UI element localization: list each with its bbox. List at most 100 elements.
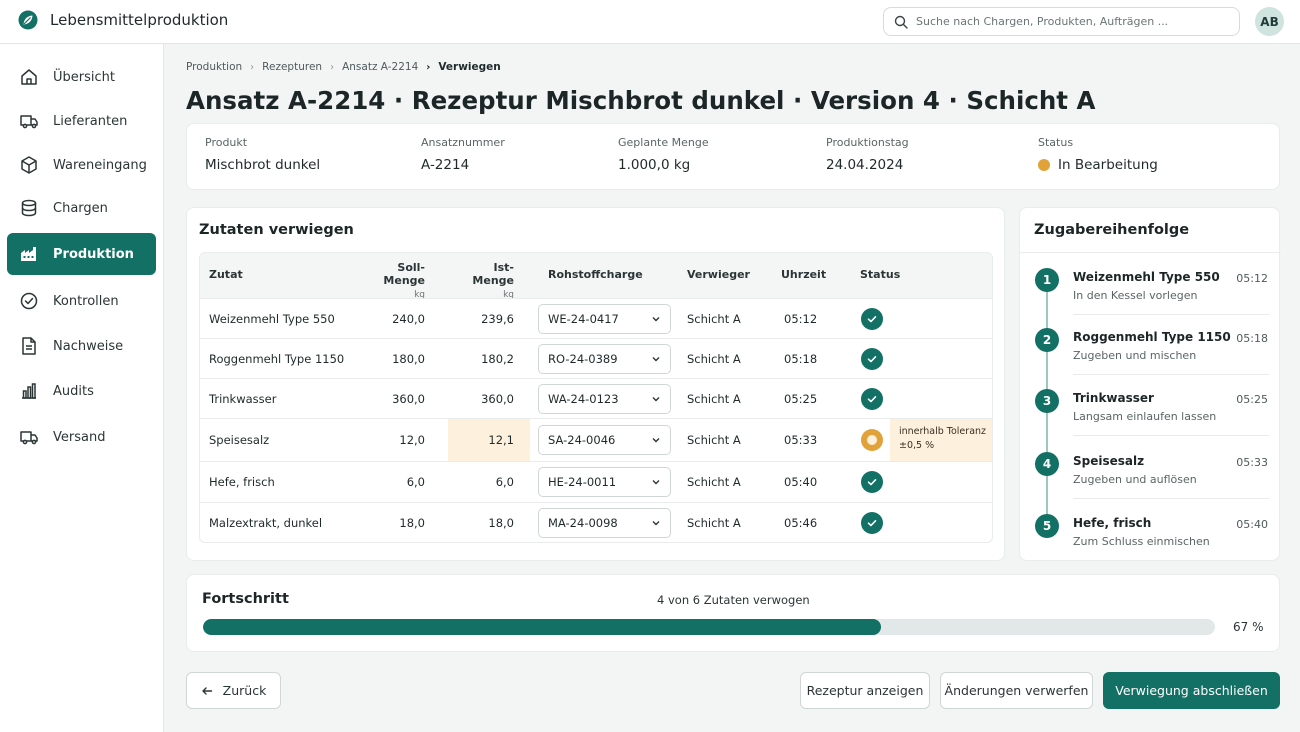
actual-amount[interactable]: 360,0 — [450, 392, 514, 406]
step-name: Hefe, frisch — [1073, 516, 1152, 530]
lot-select[interactable]: WA-24-0123 — [538, 383, 671, 414]
divider — [1073, 374, 1269, 375]
step-desc: Zugeben und auflösen — [1073, 473, 1197, 486]
step-number: 4 — [1035, 452, 1059, 476]
target-amount: 6,0 — [406, 475, 425, 489]
finish-weighing-button[interactable]: Verwiegung abschließen — [1103, 672, 1280, 709]
col-target: Soll-Menge kg — [368, 261, 425, 300]
weigh-time: 05:25 — [784, 391, 818, 406]
breadcrumb-ansatz[interactable]: Ansatz A-2214 — [342, 61, 418, 73]
divider — [1073, 435, 1269, 436]
breadcrumb-rezepturen[interactable]: Rezepturen — [262, 61, 322, 73]
step-number: 1 — [1035, 268, 1059, 292]
database-icon — [21, 199, 37, 217]
back-button[interactable]: Zurück — [186, 672, 281, 709]
ingredient-name: Speisesalz — [209, 433, 270, 447]
step-name: Weizenmehl Type 550 — [1073, 270, 1220, 284]
step-time: 05:12 — [1236, 272, 1268, 285]
table-row: Malzextrakt, dunkel 18,0 18,0 MA-24-0098… — [200, 502, 992, 542]
actual-amount[interactable]: 6,0 — [450, 475, 514, 489]
sidebar-item-wareneingang[interactable]: Wareneingang — [7, 144, 156, 186]
col-ingredient: Zutat — [209, 268, 243, 281]
summary-product: Produkt Mischbrot dunkel — [205, 136, 320, 173]
summary-date: Produktionstag 24.04.2024 — [826, 136, 909, 173]
summary-label: Produktionstag — [826, 136, 909, 149]
lot-select[interactable]: MA-24-0098 — [538, 508, 671, 538]
sidebar-item-versand[interactable]: Versand — [7, 416, 156, 458]
actual-amount[interactable]: 12,1 — [450, 433, 514, 447]
document-icon — [22, 337, 36, 355]
sidebar-item-label: Audits — [53, 383, 94, 399]
sequence-step[interactable]: 2 Roggenmehl Type 1150 Zugeben und misch… — [1020, 328, 1281, 386]
chevron-down-icon — [652, 480, 660, 485]
status-text: In Bearbeitung — [1058, 157, 1158, 173]
progress-title: Fortschritt — [202, 591, 289, 607]
weigh-time: 05:33 — [784, 433, 818, 447]
home-icon — [21, 69, 37, 85]
progress-card: Fortschritt 4 von 6 Zutaten verwogen 67 … — [186, 574, 1280, 652]
discard-changes-button[interactable]: Änderungen verwerfen — [940, 672, 1093, 709]
lot-select[interactable]: HE-24-0011 — [538, 467, 671, 497]
truck-icon — [20, 115, 38, 129]
back-label: Zurück — [222, 683, 267, 698]
divider — [1020, 252, 1281, 253]
sequence-step[interactable]: 4 Speisesalz Zugeben und auflösen 05:33 — [1020, 452, 1281, 510]
chevron-right-icon: › — [426, 61, 431, 73]
actual-amount[interactable]: 239,6 — [450, 312, 514, 326]
sidebar-item-label: Kontrollen — [53, 293, 119, 309]
sequence-step[interactable]: 5 Hefe, frisch Zum Schluss einmischen 05… — [1020, 514, 1281, 572]
ingredient-name: Malzextrakt, dunkel — [209, 516, 323, 530]
check-icon — [861, 307, 883, 330]
sidebar-item-label: Wareneingang — [53, 157, 147, 173]
breadcrumb: Produktion › Rezepturen › Ansatz A-2214 … — [186, 61, 501, 73]
summary-label: Geplante Menge — [618, 136, 709, 149]
check-icon — [861, 471, 883, 493]
search-box[interactable] — [883, 7, 1240, 36]
step-desc: Zum Schluss einmischen — [1073, 535, 1210, 548]
check-icon — [861, 347, 883, 370]
ingredients-table: Zutat Soll-Menge kg Ist-Menge kg Rohstof… — [199, 252, 993, 543]
lot-select[interactable]: WE-24-0417 — [538, 303, 671, 334]
breadcrumb-produktion[interactable]: Produktion — [186, 61, 242, 73]
sequence-step[interactable]: 1 Weizenmehl Type 550 In den Kessel vorl… — [1020, 268, 1281, 326]
ingredient-name: Trinkwasser — [209, 391, 277, 406]
sidebar-item-chargen[interactable]: Chargen — [7, 187, 156, 229]
search-input[interactable] — [916, 15, 1216, 28]
sidebar-item-label: Lieferanten — [53, 113, 128, 129]
weigh-time: 05:46 — [784, 516, 818, 530]
step-number: 5 — [1035, 514, 1059, 538]
actual-amount[interactable]: 180,2 — [450, 352, 514, 366]
summary-card: Produkt Mischbrot dunkel Ansatznummer A-… — [186, 123, 1280, 190]
sidebar-item-produktion[interactable]: Produktion — [7, 233, 156, 275]
chevron-down-icon — [652, 396, 660, 401]
summary-value: A-2214 — [421, 157, 470, 173]
actual-amount[interactable]: 18,0 — [450, 516, 514, 530]
step-time: 05:40 — [1236, 518, 1268, 531]
arrow-left-icon — [201, 686, 212, 695]
sidebar-item-nachweise[interactable]: Nachweise — [7, 325, 156, 367]
sidebar-item-audits[interactable]: Audits — [7, 370, 156, 412]
sidebar-item-lieferanten[interactable]: Lieferanten — [7, 100, 156, 142]
progress-bar — [203, 619, 1215, 635]
sidebar-item-label: Übersicht — [53, 69, 115, 85]
show-recipe-button[interactable]: Rezeptur anzeigen — [800, 672, 930, 709]
progress-fill — [203, 619, 882, 635]
sidebar: Übersicht Lieferanten Wareneingang Charg… — [0, 44, 164, 732]
summary-label: Ansatznummer — [421, 136, 505, 149]
avatar[interactable]: AB — [1255, 7, 1284, 36]
lot-select[interactable]: RO-24-0389 — [538, 343, 671, 374]
weigh-time: 05:18 — [784, 351, 818, 366]
table-header: Zutat Soll-Menge kg Ist-Menge kg Rohstof… — [200, 253, 992, 300]
lot-select[interactable]: SA-24-0046 — [538, 425, 671, 455]
progress-percent: 67 % — [1233, 620, 1264, 634]
sequence-step[interactable]: 3 Trinkwasser Langsam einlaufen lassen 0… — [1020, 389, 1281, 447]
sidebar-item-kontrollen[interactable]: Kontrollen — [7, 280, 156, 322]
lot-value: HE-24-0011 — [548, 475, 617, 489]
col-target-label: Soll-Menge — [383, 261, 425, 287]
tolerance-note-line2: ±0,5 % — [899, 440, 935, 451]
bar-chart-icon — [22, 383, 36, 399]
chevron-down-icon — [652, 521, 660, 526]
summary-label: Status — [1038, 136, 1074, 149]
brand[interactable]: Lebensmittelproduktion — [18, 10, 228, 30]
sidebar-item-uebersicht[interactable]: Übersicht — [7, 56, 156, 98]
